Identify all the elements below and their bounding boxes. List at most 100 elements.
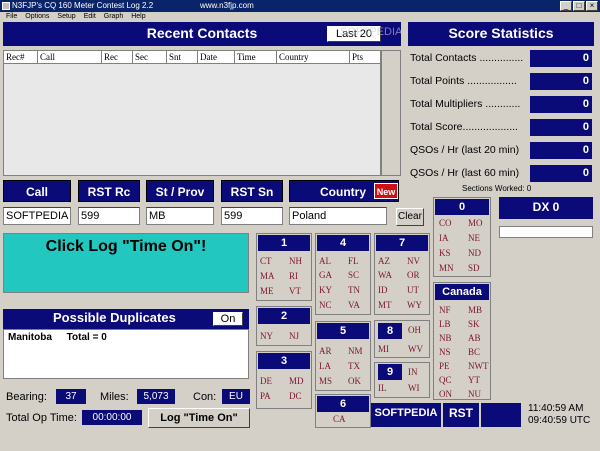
sec-ca[interactable]: CA — [333, 414, 346, 424]
sec-fl[interactable]: FL — [348, 256, 359, 266]
clear-button[interactable]: Clear — [396, 208, 424, 226]
sec-ks[interactable]: KS — [439, 248, 451, 258]
sec-ms[interactable]: MS — [319, 376, 332, 386]
district-6-header: 6 — [317, 396, 369, 412]
sec-lb[interactable]: LB — [439, 319, 451, 329]
sec-sd[interactable]: SD — [468, 263, 480, 273]
duplicates-list: Manitoba Total = 0 — [3, 329, 249, 379]
sec-mt[interactable]: MT — [378, 300, 392, 310]
sec-ky[interactable]: KY — [319, 285, 332, 295]
sec-qc[interactable]: QC — [439, 375, 452, 385]
st-prov-input[interactable]: MB — [146, 207, 214, 225]
sec-tx[interactable]: TX — [348, 361, 360, 371]
sec-ok[interactable]: OK — [348, 376, 361, 386]
sec-yt[interactable]: YT — [468, 375, 480, 385]
close-button[interactable]: × — [586, 1, 598, 11]
col-country[interactable]: Country — [277, 51, 350, 63]
sec-nv[interactable]: NV — [407, 256, 420, 266]
sec-la[interactable]: LA — [319, 361, 331, 371]
sec-ma[interactable]: MA — [260, 271, 275, 281]
sec-wv[interactable]: WV — [408, 344, 423, 354]
sec-ri[interactable]: RI — [289, 271, 298, 281]
sec-mi[interactable]: MI — [378, 344, 389, 354]
sec-ny[interactable]: NY — [260, 331, 273, 341]
sec-md[interactable]: MD — [289, 376, 304, 386]
sec-nj[interactable]: NJ — [289, 331, 299, 341]
con-value: EU — [222, 389, 250, 404]
sec-or[interactable]: OR — [407, 270, 420, 280]
sec-on[interactable]: ON — [439, 389, 452, 399]
sec-ar[interactable]: AR — [319, 346, 332, 356]
sec-in[interactable]: IN — [408, 367, 418, 377]
sec-wi[interactable]: WI — [408, 383, 420, 393]
sec-mn[interactable]: MN — [439, 263, 454, 273]
sec-ne[interactable]: NE — [468, 233, 480, 243]
sec-pa[interactable]: PA — [260, 391, 271, 401]
sec-de[interactable]: DE — [260, 376, 272, 386]
sec-nb[interactable]: NB — [439, 333, 452, 343]
col-date[interactable]: Date — [198, 51, 235, 63]
grid-scrollbar[interactable] — [381, 50, 401, 176]
sec-al[interactable]: AL — [319, 256, 331, 266]
rst-sn-input[interactable]: 599 — [221, 207, 283, 225]
maximize-button[interactable]: □ — [573, 1, 585, 11]
sec-ct[interactable]: CT — [260, 256, 272, 266]
sec-va[interactable]: VA — [348, 300, 360, 310]
sec-nm[interactable]: NM — [348, 346, 363, 356]
sec-ia[interactable]: IA — [439, 233, 449, 243]
sec-co[interactable]: CO — [439, 218, 452, 228]
dx-field[interactable] — [499, 226, 593, 238]
sec-vt[interactable]: VT — [289, 286, 301, 296]
duplicates-toggle[interactable]: On — [213, 312, 243, 326]
sec-ut[interactable]: UT — [407, 285, 419, 295]
col-snt[interactable]: Snt — [167, 51, 198, 63]
col-pts[interactable]: Pts — [350, 51, 380, 63]
sec-mo[interactable]: MO — [468, 218, 483, 228]
bearing-value: 37 — [56, 389, 86, 404]
menu-graph[interactable]: Graph — [104, 12, 123, 22]
menu-help[interactable]: Help — [131, 12, 145, 22]
menu-setup[interactable]: Setup — [57, 12, 75, 22]
sec-sk[interactable]: SK — [468, 319, 480, 329]
sec-me[interactable]: ME — [260, 286, 274, 296]
sec-nh[interactable]: NH — [289, 256, 302, 266]
rst-rc-input[interactable]: 599 — [78, 207, 140, 225]
sec-oh[interactable]: OH — [408, 325, 421, 335]
sec-ga[interactable]: GA — [319, 270, 332, 280]
duplicates-title: Possible Duplicates — [53, 310, 176, 325]
sec-nc[interactable]: NC — [319, 300, 332, 310]
grid-header-row: Rec# Call Rec Sec Snt Date Time Country … — [4, 51, 380, 64]
sec-id[interactable]: ID — [378, 285, 388, 295]
duplicates-line2: Total = 0 — [66, 332, 107, 343]
menu-options[interactable]: Options — [25, 12, 49, 22]
sec-ns[interactable]: NS — [439, 347, 451, 357]
sec-mb[interactable]: MB — [468, 305, 482, 315]
country-label-text: Country — [320, 185, 366, 199]
sec-pe[interactable]: PE — [439, 361, 450, 371]
sec-il[interactable]: IL — [378, 383, 387, 393]
col-time[interactable]: Time — [235, 51, 277, 63]
log-time-on-button[interactable]: Log "Time On" — [148, 408, 250, 428]
sec-nwt[interactable]: NWT — [468, 361, 489, 371]
sec-ab[interactable]: AB — [468, 333, 481, 343]
sec-nd[interactable]: ND — [468, 248, 481, 258]
sec-sc[interactable]: SC — [348, 270, 359, 280]
sec-wa[interactable]: WA — [378, 270, 392, 280]
sec-bc[interactable]: BC — [468, 347, 480, 357]
call-input[interactable]: SOFTPEDIA — [3, 207, 71, 225]
sec-nf[interactable]: NF — [439, 305, 451, 315]
country-input[interactable]: Poland — [289, 207, 387, 225]
col-sec[interactable]: Sec — [133, 51, 167, 63]
minimize-button[interactable]: _ — [560, 1, 572, 11]
sec-nu[interactable]: NU — [468, 389, 481, 399]
sec-tn[interactable]: TN — [348, 285, 360, 295]
menu-edit[interactable]: Edit — [84, 12, 96, 22]
col-call[interactable]: Call — [38, 51, 102, 63]
recent-contacts-grid[interactable]: Rec# Call Rec Sec Snt Date Time Country … — [3, 50, 381, 176]
sec-az[interactable]: AZ — [378, 256, 390, 266]
col-rec[interactable]: Rec — [102, 51, 133, 63]
sec-wy[interactable]: WY — [407, 300, 422, 310]
col-rec-num[interactable]: Rec# — [4, 51, 38, 63]
menu-file[interactable]: File — [6, 12, 17, 22]
sec-dc[interactable]: DC — [289, 391, 302, 401]
